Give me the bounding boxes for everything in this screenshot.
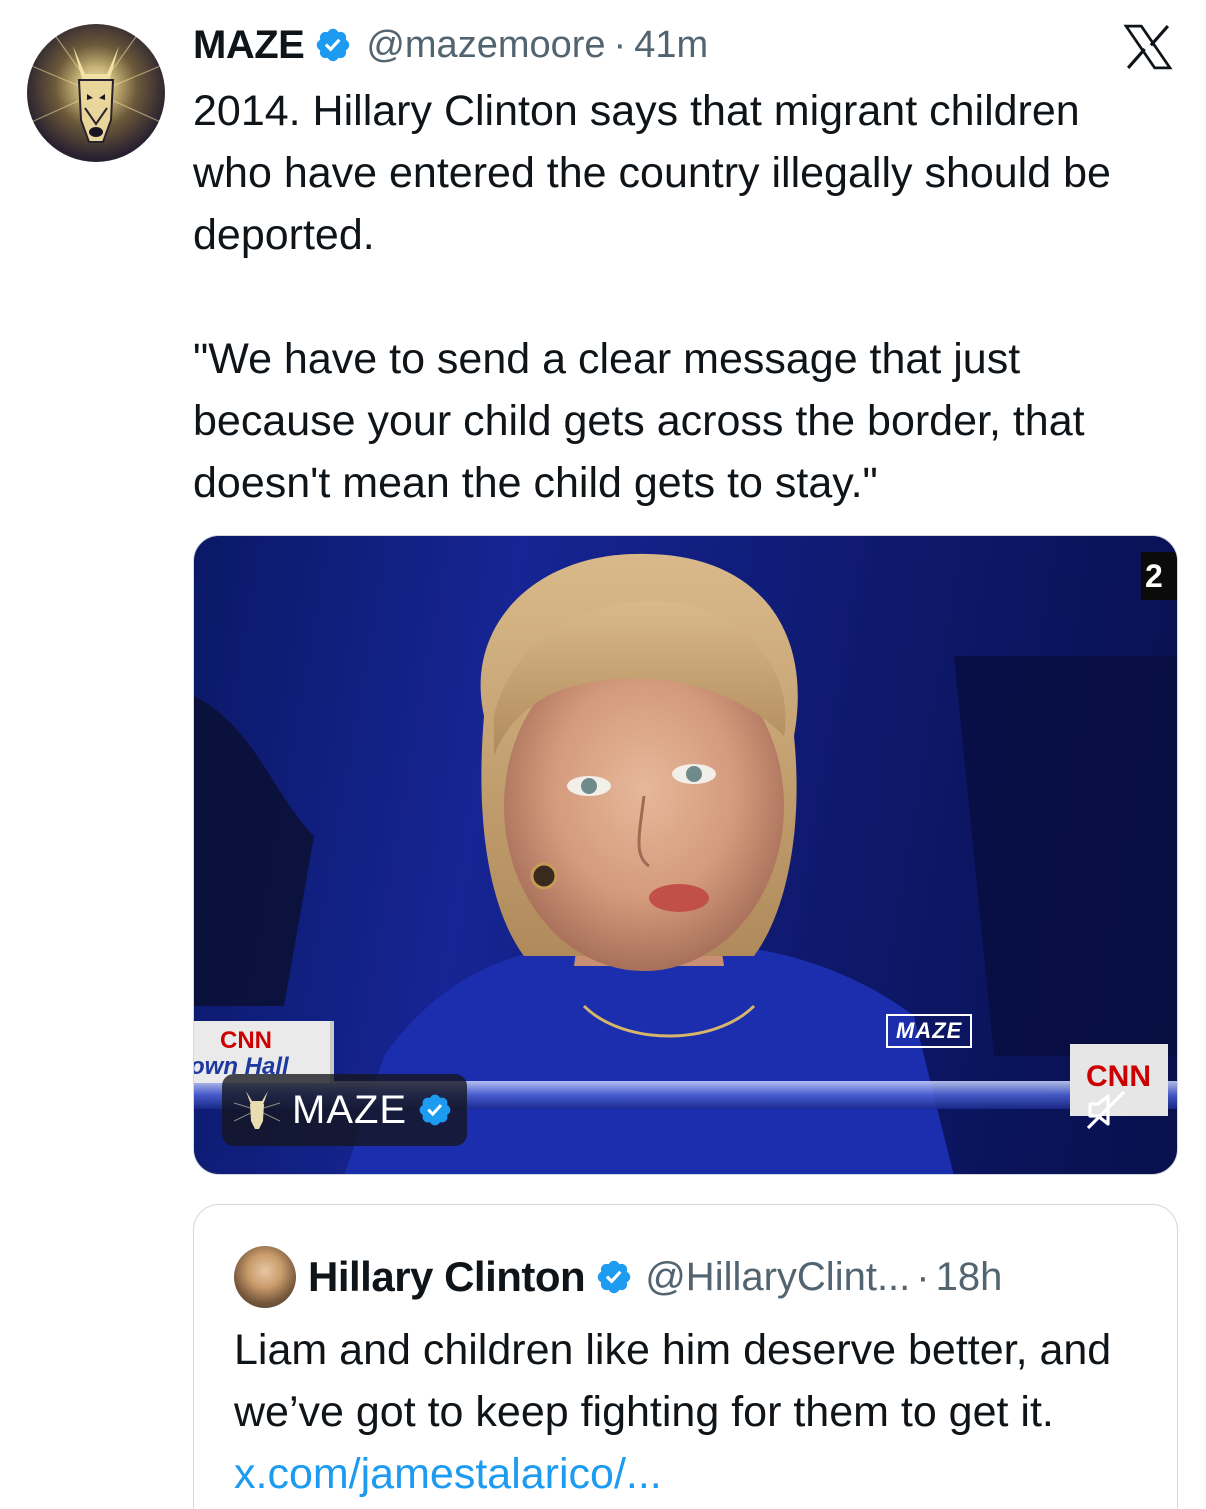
quoted-author-name[interactable]: Hillary Clinton <box>308 1253 586 1301</box>
x-logo-icon[interactable] <box>1122 24 1174 70</box>
separator-dot: · <box>916 1254 930 1299</box>
quoted-tweet-body: Liam and children like him deserve bette… <box>234 1326 1112 1436</box>
media-author-chip[interactable]: MAZE <box>222 1074 468 1146</box>
doberman-logo-icon <box>27 24 165 143</box>
doberman-logo-icon <box>234 1091 280 1129</box>
quoted-tweet-text: Liam and children like him deserve bette… <box>234 1319 1154 1505</box>
quoted-tweet-header: Hillary Clinton @HillaryClint... · 18h <box>234 1246 1003 1308</box>
separator-dot: · <box>613 23 627 66</box>
author-name[interactable]: MAZE <box>193 23 305 68</box>
tweet-header: MAZE @mazemoore · 41m <box>193 18 708 72</box>
verified-badge-icon <box>317 28 350 62</box>
tweet-timestamp[interactable]: 41m <box>634 24 708 67</box>
media-author-name: MAZE <box>292 1087 408 1132</box>
tweet-video[interactable]: 2 MAZE CNN own Hall CNN MAZE <box>193 535 1178 1175</box>
quoted-author-handle[interactable]: @HillaryClint... <box>645 1255 910 1300</box>
author-avatar[interactable] <box>27 24 165 162</box>
author-handle[interactable]: @mazemoore <box>366 24 605 67</box>
quoted-tweet-card[interactable]: Hillary Clinton @HillaryClint... · 18h L… <box>193 1204 1178 1509</box>
speaker-muted-icon[interactable] <box>1082 1086 1130 1134</box>
corner-overlay-number: 2 <box>1141 552 1177 600</box>
network-logo-text: CNN <box>220 1027 272 1054</box>
tweet-text: 2014. Hillary Clinton says that migrant … <box>193 87 1111 507</box>
quoted-tweet-link[interactable]: x.com/jamestalarico/... <box>234 1450 662 1498</box>
verified-badge-icon <box>597 1260 631 1294</box>
verified-badge-icon <box>419 1094 451 1126</box>
quoted-tweet-timestamp[interactable]: 18h <box>936 1255 1003 1300</box>
video-watermark: MAZE <box>886 1014 973 1048</box>
quoted-author-avatar[interactable] <box>234 1246 296 1308</box>
